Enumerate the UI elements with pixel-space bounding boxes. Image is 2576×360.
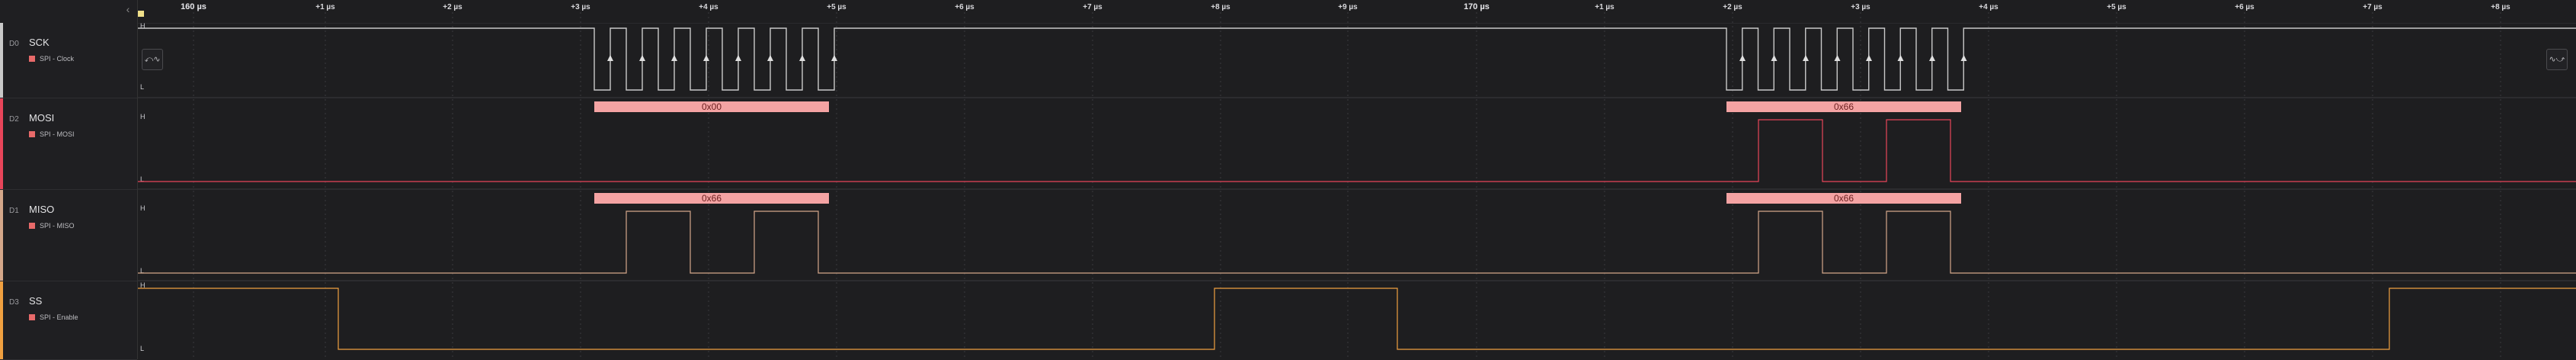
analyzer-color-icon bbox=[29, 223, 35, 229]
analyzer-label: SPI - Clock bbox=[29, 55, 74, 63]
ss-waveform bbox=[137, 288, 2576, 350]
decoded-byte-label: 0x00 bbox=[702, 101, 722, 112]
channel-id: D1 bbox=[9, 207, 19, 215]
level-low-label: L bbox=[140, 345, 144, 352]
rising-edge-arrow-icon bbox=[767, 55, 773, 61]
channel-sidebar: ‹ D0 SCK SPI - Clock D2 MOSI SPI - MOSI … bbox=[0, 0, 138, 360]
analyzer-label: SPI - Enable bbox=[29, 313, 78, 321]
next-edge-button[interactable]: ∿⤻ bbox=[2546, 49, 2568, 70]
channel-name[interactable]: SS bbox=[29, 295, 42, 307]
time-tick-label: +2 µs bbox=[1723, 3, 1742, 11]
analyzer-name: SPI - Clock bbox=[40, 55, 75, 63]
time-tick-label: +7 µs bbox=[2363, 3, 2382, 11]
time-tick-label: +6 µs bbox=[955, 3, 974, 11]
analyzer-name: SPI - Enable bbox=[40, 313, 78, 321]
mosi-waveform bbox=[137, 119, 2576, 182]
time-tick-label: +8 µs bbox=[1211, 3, 1230, 11]
analyzer-color-icon bbox=[29, 56, 35, 62]
time-tick-label: +3 µs bbox=[571, 3, 590, 11]
channel-color-stripe bbox=[0, 23, 3, 98]
collapse-sidebar-icon[interactable]: ‹ bbox=[122, 3, 134, 15]
rising-edge-arrow-icon bbox=[1897, 55, 1904, 61]
analyzer-name: SPI - MOSI bbox=[40, 130, 75, 138]
rising-edge-arrow-icon bbox=[1834, 55, 1841, 61]
time-tick-label: +1 µs bbox=[315, 3, 335, 11]
channel-color-stripe bbox=[0, 190, 3, 281]
rising-edge-arrow-icon bbox=[1929, 55, 1935, 61]
time-tick-label: +1 µs bbox=[1595, 3, 1614, 11]
channel-name[interactable]: MOSI bbox=[29, 112, 54, 124]
time-tick-label: +8 µs bbox=[2491, 3, 2510, 11]
channel-row-sck[interactable]: D0 SCK SPI - Clock bbox=[0, 23, 137, 98]
channel-id: D2 bbox=[9, 115, 19, 124]
rising-edge-arrow-icon bbox=[735, 55, 741, 61]
rising-edge-arrow-icon bbox=[1803, 55, 1809, 61]
level-low-label: L bbox=[140, 83, 144, 91]
level-high-label: H bbox=[140, 113, 146, 121]
waveform-area[interactable]: 160 µs +1 µs +2 µs +3 µs +4 µs +5 µs +6 µs +7 µ… bbox=[0, 0, 2576, 359]
analyzer-label: SPI - MOSI bbox=[29, 130, 75, 138]
channel-color-stripe bbox=[0, 98, 3, 189]
rising-edge-arrow-icon bbox=[639, 55, 645, 61]
channel-id: D3 bbox=[9, 298, 19, 307]
rising-edge-arrow-icon bbox=[671, 55, 677, 61]
time-tick-label: +6 µs bbox=[2235, 3, 2254, 11]
channel-row-ss[interactable]: D3 SS SPI - Enable bbox=[0, 281, 137, 360]
time-tick-label: 160 µs bbox=[181, 2, 206, 11]
time-tick-label: +4 µs bbox=[1979, 3, 1998, 11]
channel-row-miso[interactable]: D1 MISO SPI - MISO bbox=[0, 190, 137, 281]
analyzer-color-icon bbox=[29, 131, 35, 137]
miso-waveform bbox=[137, 211, 2576, 274]
time-tick-label: +2 µs bbox=[443, 3, 462, 11]
decoded-byte-label: 0x66 bbox=[1834, 193, 1854, 204]
channel-color-stripe bbox=[0, 281, 3, 359]
decoded-byte-label: 0x66 bbox=[702, 193, 722, 204]
rising-edge-arrow-icon bbox=[799, 55, 805, 61]
time-tick-label: +5 µs bbox=[2107, 3, 2126, 11]
time-tick-label: +4 µs bbox=[699, 3, 718, 11]
analyzer-color-icon bbox=[29, 314, 35, 320]
prev-edge-button[interactable]: ⤺∿ bbox=[142, 49, 163, 70]
sck-waveform bbox=[137, 27, 2576, 91]
time-tick-label: +7 µs bbox=[1083, 3, 1102, 11]
analyzer-label: SPI - MISO bbox=[29, 222, 75, 230]
analyzer-name: SPI - MISO bbox=[40, 222, 75, 230]
channel-name[interactable]: MISO bbox=[29, 204, 54, 215]
rising-edge-arrow-icon bbox=[1866, 55, 1872, 61]
time-tick-label: +5 µs bbox=[827, 3, 846, 11]
rising-edge-arrow-icon bbox=[1771, 55, 1778, 61]
time-tick-label: +3 µs bbox=[1851, 3, 1870, 11]
channel-id: D0 bbox=[9, 40, 19, 48]
channel-row-mosi[interactable]: D2 MOSI SPI - MOSI bbox=[0, 98, 137, 190]
rising-edge-arrow-icon bbox=[1739, 55, 1746, 61]
time-tick-label: 170 µs bbox=[1464, 2, 1490, 11]
channel-name[interactable]: SCK bbox=[29, 37, 50, 48]
decoded-byte-label: 0x66 bbox=[1834, 101, 1854, 112]
level-high-label: H bbox=[140, 204, 146, 212]
rising-edge-arrow-icon bbox=[1960, 55, 1967, 61]
time-tick-label: +9 µs bbox=[1338, 3, 1358, 11]
rising-edge-arrow-icon bbox=[607, 55, 613, 61]
